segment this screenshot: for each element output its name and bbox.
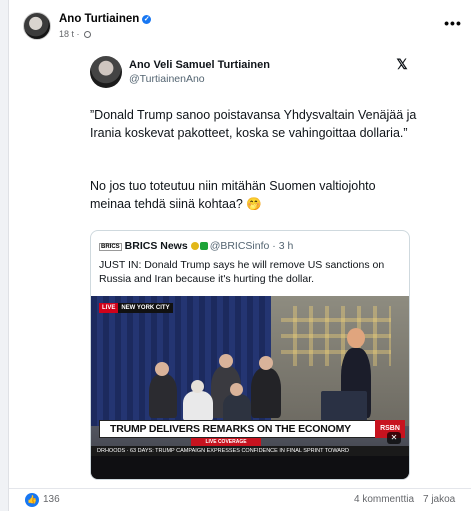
post-card: Ano Turtiainen ✓ 18 t · ••• Ano Veli Samu… [8, 0, 471, 511]
post-header: Ano Turtiainen ✓ 18 t · ••• [23, 12, 461, 44]
author-avatar[interactable] [23, 12, 51, 40]
tweet-author-avatar[interactable] [90, 56, 122, 88]
video-backdrop-pattern [281, 306, 391, 366]
post-meta: 18 t · [59, 29, 92, 39]
affiliate-badge-icon [199, 242, 208, 250]
audience-head [230, 383, 243, 396]
quoted-tweet-text: JUST IN: Donald Trump says he will remov… [99, 259, 385, 285]
lower-third-text: TRUMP DELIVERS REMARKS ON THE ECONOMY [110, 423, 351, 435]
video-player[interactable]: LIVE NEW YORK CITY TRUMP DELIVERS REMARKS… [91, 296, 409, 479]
like-reaction-icon[interactable]: 👍 [25, 493, 39, 507]
tweet-author-name[interactable]: Ano Veli Samuel Turtiainen [129, 59, 270, 71]
quoted-tweet-header: BRICS BRICS News @BRICSinfo · 3 h [99, 240, 294, 252]
live-tag: LIVE NEW YORK CITY [99, 303, 173, 313]
location-label: NEW YORK CITY [118, 303, 173, 313]
audience-head [191, 380, 204, 393]
news-ticker: DRHOODS · 63 DAYS: TRUMP CAMPAIGN EXPRES… [91, 446, 409, 456]
quoted-author-name[interactable]: BRICS News [125, 240, 188, 252]
audience-head [259, 356, 273, 370]
live-label: LIVE [99, 303, 119, 313]
video-lower-area [91, 456, 409, 479]
audience-person [183, 391, 213, 421]
live-coverage-label: LIVE COVERAGE [191, 438, 261, 446]
audience-person [251, 368, 281, 418]
x-logo-icon: 𝕏 [396, 56, 408, 72]
reaction-count[interactable]: 136 [43, 494, 60, 505]
audience-head [219, 354, 233, 368]
quoted-tweet[interactable]: BRICS BRICS News @BRICSinfo · 3 h JUST IN:… [90, 230, 410, 480]
share-count[interactable]: 7 jakoa [423, 494, 455, 505]
more-options-button[interactable]: ••• [441, 16, 465, 36]
tweet-author-handle[interactable]: @TurtiainenAno [129, 73, 205, 85]
mute-button-icon[interactable]: ✕ [387, 432, 401, 444]
brics-logo-icon: BRICS [99, 243, 122, 251]
author-name-text[interactable]: Ano Turtiainen [59, 13, 139, 25]
audience-person [149, 374, 177, 418]
audience-person [223, 394, 251, 422]
tweet-text-question: No jos tuo toteutuu niin mitähän Suomen … [90, 179, 376, 211]
author-name[interactable]: Ano Turtiainen ✓ [59, 13, 152, 25]
post-footer: 👍 136 4 kommenttia 7 jakoa [9, 488, 471, 511]
tweet-text-quote: ”Donald Trump sanoo poistavansa Yhdysval… [90, 108, 417, 140]
speaker-head [347, 328, 365, 348]
gold-verified-icon [190, 242, 199, 250]
lower-third-banner: TRUMP DELIVERS REMARKS ON THE ECONOMY [99, 420, 381, 438]
podium [321, 391, 367, 421]
quoted-author-handle[interactable]: @BRICSinfo [210, 240, 270, 252]
verified-badge-icon: ✓ [142, 15, 152, 24]
globe-icon [84, 31, 92, 38]
post-time[interactable]: 18 t [59, 29, 74, 39]
quoted-time[interactable]: 3 h [279, 240, 294, 252]
comment-count[interactable]: 4 kommenttia [354, 494, 414, 505]
audience-head [155, 362, 169, 376]
embedded-tweet[interactable]: Ano Veli Samuel Turtiainen @TurtiainenAn… [65, 44, 451, 488]
